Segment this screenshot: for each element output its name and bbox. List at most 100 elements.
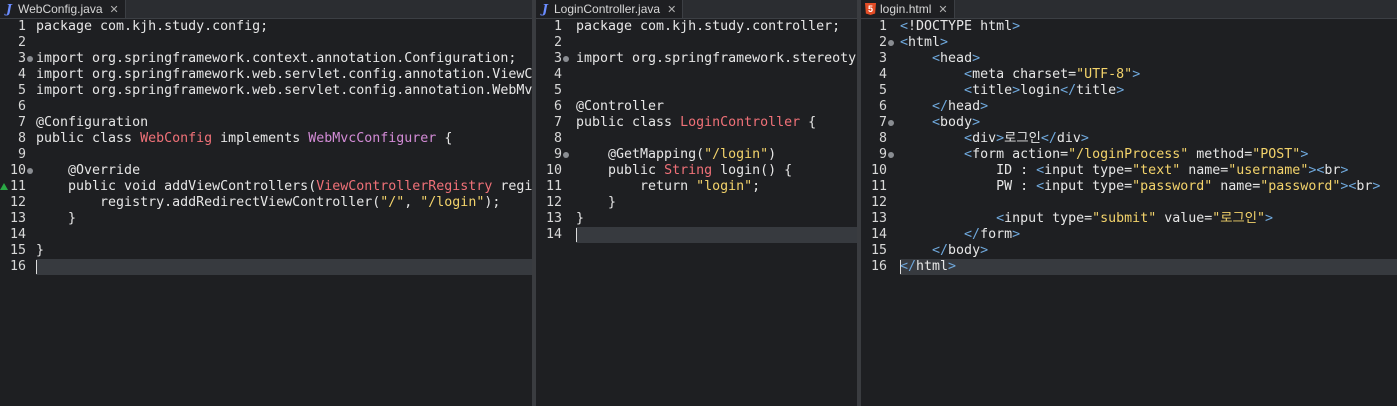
editor-pane-logincontroller[interactable]: J LoginController.java ✕ 1 package com.kj… xyxy=(536,0,857,406)
code-line[interactable]: 12 } xyxy=(536,195,857,211)
code-token: "submit" xyxy=(1092,211,1157,226)
line-number: 9 xyxy=(878,147,887,162)
code-line[interactable]: 4 <meta charset="UTF-8"> xyxy=(861,67,1397,83)
line-number: 12 xyxy=(545,195,562,210)
code-line[interactable]: 13 } xyxy=(0,211,532,227)
code-line[interactable]: 12 xyxy=(861,195,1397,211)
code-text: @GetMapping("/login") xyxy=(576,147,776,163)
code-line[interactable]: 15} xyxy=(0,243,532,259)
code-line[interactable]: 7 public class LoginController { xyxy=(536,115,857,131)
code-line[interactable]: 10 public String login() { xyxy=(536,163,857,179)
code-line[interactable]: 14 </form> xyxy=(861,227,1397,243)
line-number: 1 xyxy=(17,19,26,34)
code-line[interactable]: 7 @Configuration xyxy=(0,115,532,131)
code-line[interactable]: 8 <div>로그인</div> xyxy=(861,131,1397,147)
code-line[interactable]: 10 ID : <input type="text" name="usernam… xyxy=(861,163,1397,179)
code-line[interactable]: 2 <html> xyxy=(861,35,1397,51)
fold-toggle-icon[interactable] xyxy=(27,168,33,174)
code-line[interactable]: 16 </html> xyxy=(861,259,1397,275)
fold-toggle-icon[interactable] xyxy=(563,152,569,158)
code-line[interactable]: 7 <body> xyxy=(861,115,1397,131)
close-icon[interactable]: ✕ xyxy=(110,3,119,16)
line-number: 4 xyxy=(17,67,26,82)
code-token: registry) { xyxy=(500,179,532,194)
fold-toggle-icon[interactable] xyxy=(27,56,33,62)
code-line[interactable]: 13} xyxy=(536,211,857,227)
fold-toggle-icon[interactable] xyxy=(888,40,894,46)
code-line[interactable]: 10 @Override xyxy=(0,163,532,179)
line-number: 12 xyxy=(870,195,887,210)
close-icon[interactable]: ✕ xyxy=(938,3,947,16)
code-token: } xyxy=(36,243,45,258)
tab-webconfig-java[interactable]: J WebConfig.java ✕ xyxy=(0,0,126,18)
code-token: "/loginProcess" xyxy=(1068,147,1189,162)
close-icon[interactable]: ✕ xyxy=(667,3,676,16)
code-line[interactable]: 5 import org.springframework.web.servlet.… xyxy=(0,83,532,99)
line-number: 16 xyxy=(870,259,887,274)
code-line[interactable]: 9 <form action="/loginProcess" method="P… xyxy=(861,147,1397,163)
code-token: > xyxy=(1340,163,1349,178)
line-number: 3 xyxy=(553,51,562,66)
code-line[interactable]: 1 <!DOCTYPE html> xyxy=(861,19,1397,35)
code-text: } xyxy=(576,195,616,211)
code-token: < xyxy=(1036,163,1045,178)
code-line[interactable]: 6 xyxy=(0,99,532,115)
line-number: 11 xyxy=(545,179,562,194)
code-text: <!DOCTYPE html> xyxy=(900,19,1020,35)
code-line[interactable]: 8 xyxy=(536,131,857,147)
fold-toggle-icon[interactable] xyxy=(888,152,894,158)
code-line[interactable]: 9 xyxy=(0,147,532,163)
code-line[interactable]: 3 <head> xyxy=(861,51,1397,67)
code-editor[interactable]: 1 package com.kjh.study.controller; 2 3 impo… xyxy=(536,19,857,406)
tab-logincontroller-java[interactable]: J LoginController.java ✕ xyxy=(536,0,684,18)
code-line[interactable]: 14 xyxy=(0,227,532,243)
editor-pane-login-html[interactable]: 5 login.html ✕ 1 <!DOCTYPE html> 2 <html> 3 … xyxy=(861,0,1397,406)
code-line[interactable]: 9 @GetMapping("/login") xyxy=(536,147,857,163)
code-token: > xyxy=(972,51,981,66)
code-line[interactable]: 3 import org.springframework.context.anno… xyxy=(0,51,532,67)
code-token: public xyxy=(576,163,665,178)
fold-toggle-icon[interactable] xyxy=(888,120,894,126)
fold-toggle-icon[interactable] xyxy=(563,56,569,62)
code-line[interactable]: 3 import org.springframework.stereotype.C… xyxy=(536,51,857,67)
code-line[interactable]: 6 @Controller xyxy=(536,99,857,115)
code-line[interactable]: 11 PW : <input type="password" name="pas… xyxy=(861,179,1397,195)
line-number: 13 xyxy=(870,211,887,226)
code-line[interactable]: 1 package com.kjh.study.controller; xyxy=(536,19,857,35)
code-line[interactable]: 16 xyxy=(0,259,532,275)
code-token: name= xyxy=(1212,179,1261,194)
code-token: > xyxy=(996,131,1005,146)
code-line[interactable]: 14 xyxy=(536,227,857,243)
code-line[interactable]: 13 <input type="submit" value="로그인"> xyxy=(861,211,1397,227)
code-line[interactable]: 11 public void addViewControllers(ViewCo… xyxy=(0,179,532,195)
code-line[interactable]: 15 </body> xyxy=(861,243,1397,259)
code-token: value= xyxy=(1156,211,1213,226)
tab-login-html[interactable]: 5 login.html ✕ xyxy=(861,0,955,18)
line-number: 9 xyxy=(17,147,26,162)
code-line[interactable]: 1 package com.kjh.study.config; xyxy=(0,19,532,35)
code-editor[interactable]: 1 package com.kjh.study.config; 2 3 import o… xyxy=(0,19,532,406)
code-line[interactable]: 2 xyxy=(0,35,532,51)
code-line[interactable]: 8 public class WebConfig implements WebMv… xyxy=(0,131,532,147)
code-line[interactable]: 2 xyxy=(536,35,857,51)
line-number: 12 xyxy=(9,195,26,210)
code-line[interactable]: 5 <title>login</title> xyxy=(861,83,1397,99)
editor-tab-bar: J WebConfig.java ✕ xyxy=(0,0,532,19)
code-token: > xyxy=(980,99,989,114)
line-number: 7 xyxy=(17,115,26,130)
code-line[interactable]: 6 </head> xyxy=(861,99,1397,115)
code-text: public class LoginController { xyxy=(576,115,816,131)
code-line[interactable]: 12 registry.addRedirectViewController("/… xyxy=(0,195,532,211)
code-line[interactable]: 4 import org.springframework.web.servlet.… xyxy=(0,67,532,83)
editor-pane-webconfig[interactable]: J WebConfig.java ✕ 1 package com.kjh.stud… xyxy=(0,0,532,406)
code-line[interactable]: 11 return "login"; xyxy=(536,179,857,195)
code-line[interactable]: 4 xyxy=(536,67,857,83)
code-token: head xyxy=(940,51,973,66)
tab-label: login.html xyxy=(880,2,932,16)
code-line[interactable]: 5 xyxy=(536,83,857,99)
code-editor[interactable]: 1 <!DOCTYPE html> 2 <html> 3 <head> 4 <meta c… xyxy=(861,19,1397,406)
code-text: public class WebConfig implements WebMvc… xyxy=(36,131,452,147)
code-token: < xyxy=(1036,179,1045,194)
